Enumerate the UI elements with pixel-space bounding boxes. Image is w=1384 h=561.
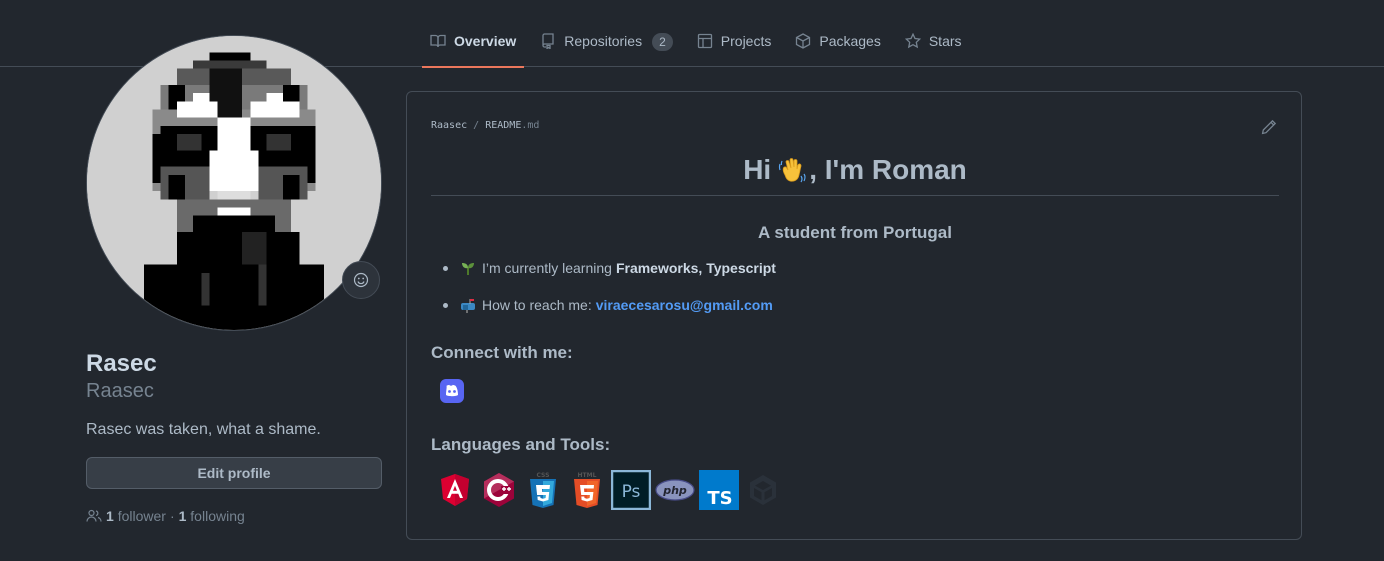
repo-count-badge: 2 xyxy=(652,33,673,51)
readme-file-name: README xyxy=(485,120,522,131)
tab-bar: Overview Repositories 2 Projects Package… xyxy=(422,18,978,68)
book-icon xyxy=(430,34,446,48)
pencil-icon[interactable] xyxy=(1261,119,1277,135)
set-status-button[interactable] xyxy=(342,261,380,299)
star-icon xyxy=(904,33,921,49)
readme-heading: Hi , I'm Roman xyxy=(431,154,1279,186)
bullet-strong: Frameworks, Typescript xyxy=(615,260,776,276)
cpp-icon[interactable] xyxy=(479,470,519,510)
table-icon xyxy=(697,33,712,49)
readme-file-ext: .md xyxy=(521,120,540,131)
photoshop-icon[interactable]: Ps xyxy=(611,470,651,510)
tab-label: Projects xyxy=(720,33,772,49)
readme-card: Raasec / README.md Hi , I'm Roman A stud… xyxy=(406,91,1302,540)
svg-text:HTML: HTML xyxy=(578,472,597,479)
list-item: I’m currently learning Frameworks, Types… xyxy=(443,260,776,297)
package-icon xyxy=(796,33,811,49)
tools-icon-row: CSS HTML Ps php TS xyxy=(435,470,783,510)
tab-repositories[interactable]: Repositories 2 xyxy=(532,18,681,67)
seedling-icon xyxy=(462,263,474,275)
html5-icon[interactable]: HTML xyxy=(567,470,607,510)
typescript-icon[interactable]: TS xyxy=(699,470,739,510)
tab-label: Overview xyxy=(454,33,517,49)
svg-text:Ps: Ps xyxy=(622,482,641,502)
readme-owner-link[interactable]: Raasec xyxy=(431,120,467,131)
following-count: 1 xyxy=(178,508,187,524)
php-icon[interactable]: php xyxy=(655,470,695,510)
svg-text:CSS: CSS xyxy=(537,472,550,479)
avatar[interactable] xyxy=(86,35,382,331)
readme-subtitle: A student from Portugal xyxy=(758,223,952,242)
discord-icon[interactable] xyxy=(439,378,465,404)
bullet-text: I’m currently learning xyxy=(482,260,612,276)
followers-link[interactable]: 1 follower xyxy=(106,508,166,524)
greeting-pre: Hi xyxy=(743,154,772,185)
following-label: following xyxy=(190,508,245,524)
tab-projects[interactable]: Projects xyxy=(689,18,780,67)
readme-breadcrumb: Raasec / README.md xyxy=(431,120,539,131)
tab-stars[interactable]: Stars xyxy=(897,18,970,67)
mailbox-icon xyxy=(461,299,475,313)
svg-text:TS: TS xyxy=(707,488,732,509)
bullet-text: How to reach me: xyxy=(482,297,592,313)
repo-icon xyxy=(542,33,554,49)
tab-packages[interactable]: Packages xyxy=(787,18,888,67)
pixel-mask-avatar-image xyxy=(87,36,381,330)
edit-profile-button[interactable]: Edit profile xyxy=(86,457,382,489)
people-icon xyxy=(86,509,102,522)
list-item: How to reach me: viraecesarosu@gmail.com xyxy=(443,297,776,334)
profile-username: Raasec xyxy=(86,380,154,402)
followers-label: follower xyxy=(117,508,166,524)
tab-label: Stars xyxy=(928,33,962,49)
follow-stats: 1 follower · 1 following xyxy=(86,508,245,524)
email-link[interactable]: viraecesarosu@gmail.com xyxy=(596,297,773,313)
tab-label: Repositories xyxy=(564,33,643,49)
following-link[interactable]: 1 following xyxy=(179,508,245,524)
greeting-post: , I'm Roman xyxy=(809,154,967,185)
svg-text:php: php xyxy=(662,484,687,497)
tab-overview[interactable]: Overview xyxy=(422,18,525,68)
smiley-icon xyxy=(353,272,369,288)
followers-count: 1 xyxy=(106,508,114,524)
waving-hand-icon xyxy=(779,158,806,183)
profile-bio: Rasec was taken, what a shame. xyxy=(86,421,321,438)
breadcrumb-separator: / xyxy=(473,120,480,131)
tools-heading: Languages and Tools: xyxy=(431,435,611,454)
unity-icon[interactable] xyxy=(743,470,783,510)
heading-divider xyxy=(431,195,1279,196)
css3-icon[interactable]: CSS xyxy=(523,470,563,510)
profile-fullname: Rasec xyxy=(86,350,157,377)
readme-bullet-list: I’m currently learning Frameworks, Types… xyxy=(443,260,776,334)
connect-heading: Connect with me: xyxy=(431,343,573,362)
follow-separator: · xyxy=(169,508,175,524)
angular-icon[interactable] xyxy=(435,470,475,510)
tab-label: Packages xyxy=(819,33,881,49)
